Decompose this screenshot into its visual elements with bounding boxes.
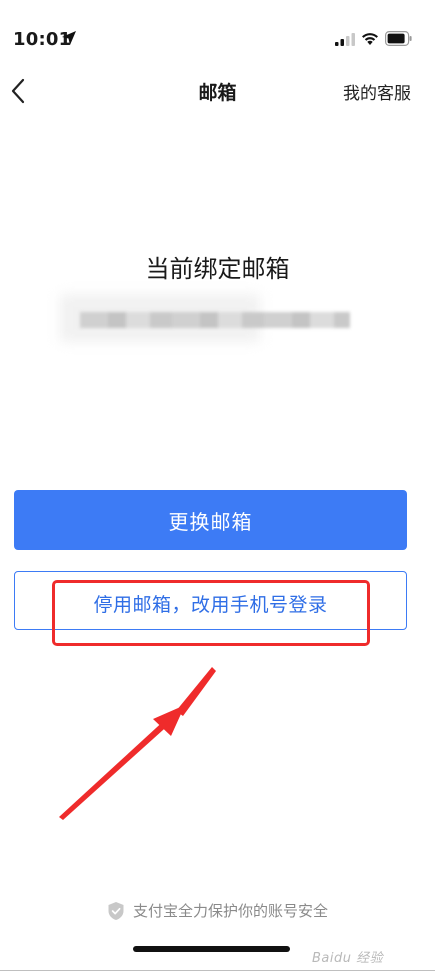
watermark: Baidu 经验 (312, 951, 384, 966)
signal-icon (335, 33, 355, 46)
home-indicator[interactable] (133, 946, 290, 952)
shield-check-icon (108, 901, 124, 920)
bottom-divider (0, 970, 435, 971)
change-email-button[interactable]: 更换邮箱 (14, 490, 407, 550)
location-arrow-icon (62, 31, 76, 45)
security-note: 支付宝全力保护你的账号安全 (0, 900, 435, 921)
annotation-arrow (59, 667, 216, 820)
security-note-text: 支付宝全力保护你的账号安全 (132, 902, 328, 920)
customer-service-link[interactable]: 我的客服 (343, 79, 411, 104)
blur-strip (80, 312, 350, 328)
battery-icon (385, 31, 412, 46)
nav-bar: 邮箱 我的客服 (0, 66, 435, 116)
annotation-highlight-box (52, 580, 370, 646)
wifi-icon (362, 33, 378, 45)
bound-email-label: 当前绑定邮箱 (145, 255, 290, 283)
blurred-email-value (60, 290, 352, 350)
